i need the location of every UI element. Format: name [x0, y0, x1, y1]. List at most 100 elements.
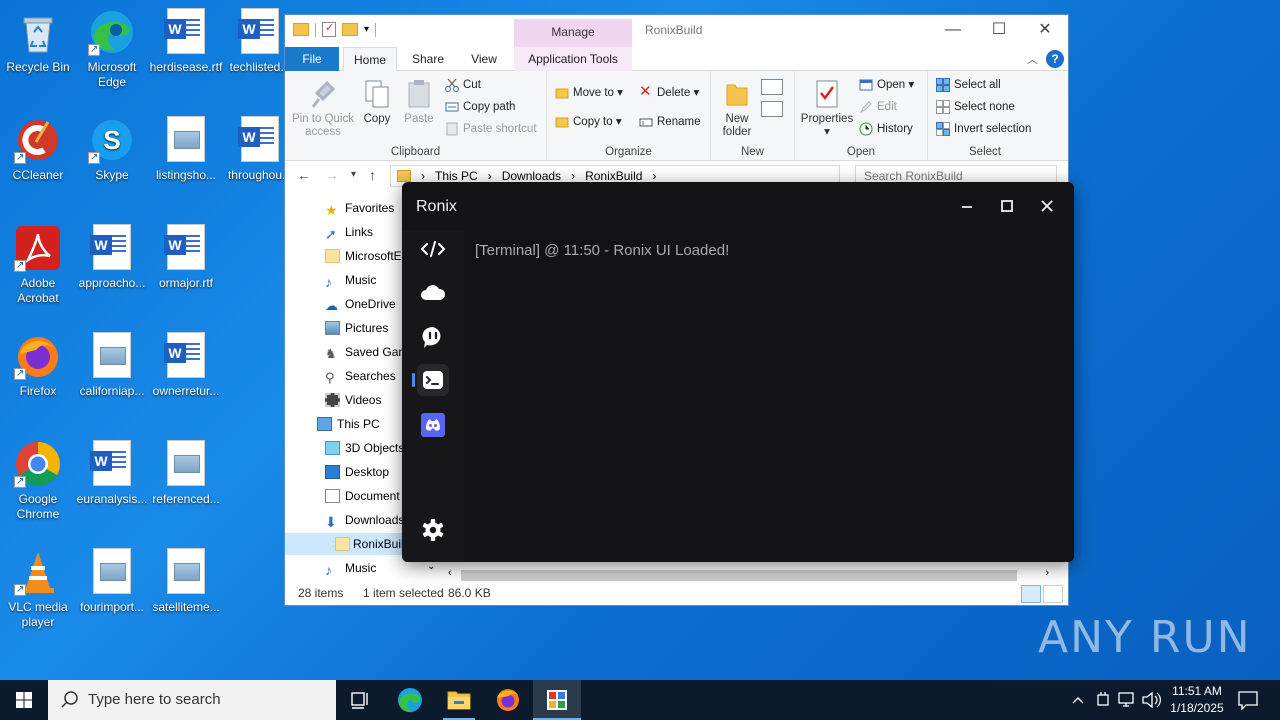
- delete-button[interactable]: ✕ Delete ▾: [639, 83, 699, 103]
- desktop-icon-file[interactable]: californiap...: [74, 332, 150, 399]
- new-item-icon[interactable]: [761, 79, 783, 95]
- tray-device-icon[interactable]: [1093, 680, 1113, 720]
- up-arrow-icon[interactable]: ↑: [369, 167, 376, 183]
- ronix-close-button[interactable]: [1032, 194, 1062, 218]
- easy-access-icon[interactable]: [761, 101, 783, 117]
- minimize-button[interactable]: —: [930, 15, 976, 45]
- settings-button[interactable]: [417, 514, 449, 546]
- open-button[interactable]: Open ▾: [859, 75, 914, 95]
- desktop-icon-skype[interactable]: S Skype: [74, 116, 150, 183]
- desktop-icon-file[interactable]: fourimport...: [74, 548, 150, 615]
- desktop-icon-ccleaner[interactable]: CCleaner: [0, 116, 76, 183]
- nav-item[interactable]: ☁ OneDrive: [325, 293, 396, 315]
- desktop-icon-file[interactable]: listingsho...: [148, 116, 224, 183]
- desktop-icon-file[interactable]: referenced...: [148, 440, 224, 507]
- tab-application-tools[interactable]: Application Tools: [514, 47, 632, 71]
- chevron-down-icon[interactable]: ▾: [364, 24, 369, 35]
- tab-file[interactable]: File: [285, 47, 339, 71]
- properties-button[interactable]: Properties ▾: [799, 79, 855, 139]
- desktop-icon-vlc[interactable]: VLC media player: [0, 548, 76, 630]
- desktop-icon-file[interactable]: W ormajor.rtf: [148, 224, 224, 291]
- desktop-icon-file[interactable]: W herdisease.rtf: [148, 8, 224, 75]
- nav-item[interactable]: This PC: [317, 413, 380, 435]
- desktop-icon-firefox[interactable]: Firefox: [0, 332, 76, 399]
- show-hidden-icons-button[interactable]: [1068, 680, 1088, 720]
- network-button[interactable]: [1116, 680, 1138, 720]
- taskbar-search-box[interactable]: Type here to search: [48, 680, 336, 720]
- invert-selection-icon: [936, 122, 950, 136]
- details-view-icon[interactable]: [1021, 585, 1041, 603]
- desktop-icon-file[interactable]: satelliteme...: [148, 548, 224, 615]
- paste-button[interactable]: Paste: [401, 79, 437, 126]
- new-folder-icon[interactable]: [342, 23, 358, 36]
- taskbar-file-explorer[interactable]: [435, 680, 483, 720]
- move-to-button[interactable]: Move to ▾: [555, 83, 623, 103]
- help-icon[interactable]: ?: [1046, 50, 1064, 68]
- start-button[interactable]: [0, 680, 48, 720]
- desktop-icon-microsoft-edge[interactable]: Microsoft Edge: [74, 8, 150, 90]
- ronix-maximize-button[interactable]: [992, 194, 1022, 218]
- desktop-icon-adobe-acrobat[interactable]: Adobe Acrobat: [0, 224, 76, 306]
- nav-item[interactable]: ★ Favorites: [325, 197, 394, 219]
- new-folder-button[interactable]: New folder: [715, 79, 759, 139]
- pin-quick-access-button[interactable]: Pin to Quick access: [291, 79, 355, 139]
- taskbar-edge[interactable]: [386, 680, 434, 720]
- nav-item[interactable]: Videos: [325, 389, 381, 411]
- history-button[interactable]: History: [859, 119, 913, 139]
- desktop-icon-file[interactable]: W euranalysis...: [74, 440, 150, 507]
- recent-locations-icon[interactable]: ▾: [351, 169, 356, 180]
- forward-arrow-icon[interactable]: →: [325, 167, 339, 183]
- taskbar-ronix[interactable]: [533, 680, 581, 720]
- nav-item[interactable]: ⚲ Searches: [325, 365, 396, 387]
- paste-shortcut-button[interactable]: Paste shortcut: [445, 119, 537, 139]
- tab-home[interactable]: Home: [343, 47, 397, 71]
- nav-item[interactable]: Desktop: [325, 461, 389, 483]
- action-center-button[interactable]: [1234, 680, 1262, 720]
- editor-tab-button[interactable]: [417, 233, 449, 265]
- nav-item[interactable]: MicrosoftE: [325, 245, 402, 267]
- scroll-right-icon[interactable]: ›: [1045, 567, 1049, 579]
- select-all-button[interactable]: Select all: [936, 75, 1001, 95]
- nav-item[interactable]: ➚ Links: [325, 221, 373, 243]
- horizontal-scrollbar[interactable]: ‹ ›: [445, 567, 1052, 584]
- copy-to-button[interactable]: Copy to ▾: [555, 112, 622, 132]
- scroll-left-icon[interactable]: ‹: [448, 567, 452, 579]
- scroll-down-icon[interactable]: ⌄: [427, 561, 435, 572]
- nav-item[interactable]: Pictures: [325, 317, 388, 339]
- large-icons-view-icon[interactable]: [1043, 585, 1063, 603]
- cut-button[interactable]: Cut: [445, 75, 481, 95]
- taskbar-clock[interactable]: 11:51 AM 1/18/2025: [1160, 683, 1234, 717]
- discord-button[interactable]: [417, 409, 449, 441]
- chat-tab-button[interactable]: [417, 321, 449, 353]
- terminal-tab-button[interactable]: [417, 364, 449, 396]
- select-none-button[interactable]: Select none: [936, 97, 1015, 117]
- task-view-button[interactable]: [336, 680, 384, 720]
- cloud-tab-button[interactable]: [417, 277, 449, 309]
- desktop-icon-google-chrome[interactable]: Google Chrome: [0, 440, 76, 522]
- nav-item[interactable]: ♪ Music: [325, 269, 376, 291]
- nav-item[interactable]: ♪ Music: [325, 557, 376, 579]
- back-arrow-icon[interactable]: ←: [297, 167, 311, 183]
- invert-selection-button[interactable]: Invert selection: [936, 119, 1031, 139]
- desktop-icon-recycle-bin[interactable]: Recycle Bin: [0, 8, 76, 75]
- tab-share[interactable]: Share: [401, 47, 455, 71]
- copy-path-button[interactable]: Copy path: [445, 97, 515, 117]
- nav-item[interactable]: 3D Objects: [325, 437, 404, 459]
- desktop-icon-file[interactable]: W ownerretur...: [148, 332, 224, 399]
- nav-item[interactable]: ⬇ Downloads: [325, 509, 404, 531]
- volume-button[interactable]: [1140, 680, 1162, 720]
- properties-icon[interactable]: [322, 21, 336, 37]
- nav-item[interactable]: ♞ Saved Gam: [325, 341, 408, 363]
- rename-button[interactable]: Rename: [639, 112, 700, 132]
- chevron-up-icon[interactable]: ︿: [1027, 51, 1038, 67]
- maximize-button[interactable]: ☐: [976, 15, 1022, 45]
- desktop-icon-file[interactable]: W approacho...: [74, 224, 150, 291]
- scrollbar-thumb[interactable]: [461, 570, 1017, 581]
- taskbar-firefox[interactable]: [484, 680, 532, 720]
- ronix-minimize-button[interactable]: [952, 194, 982, 218]
- close-button[interactable]: ✕: [1022, 15, 1068, 45]
- nav-item[interactable]: Document: [325, 485, 400, 507]
- edit-button[interactable]: Edit: [859, 97, 897, 117]
- tab-view[interactable]: View: [457, 47, 511, 71]
- copy-button[interactable]: Copy: [359, 79, 395, 126]
